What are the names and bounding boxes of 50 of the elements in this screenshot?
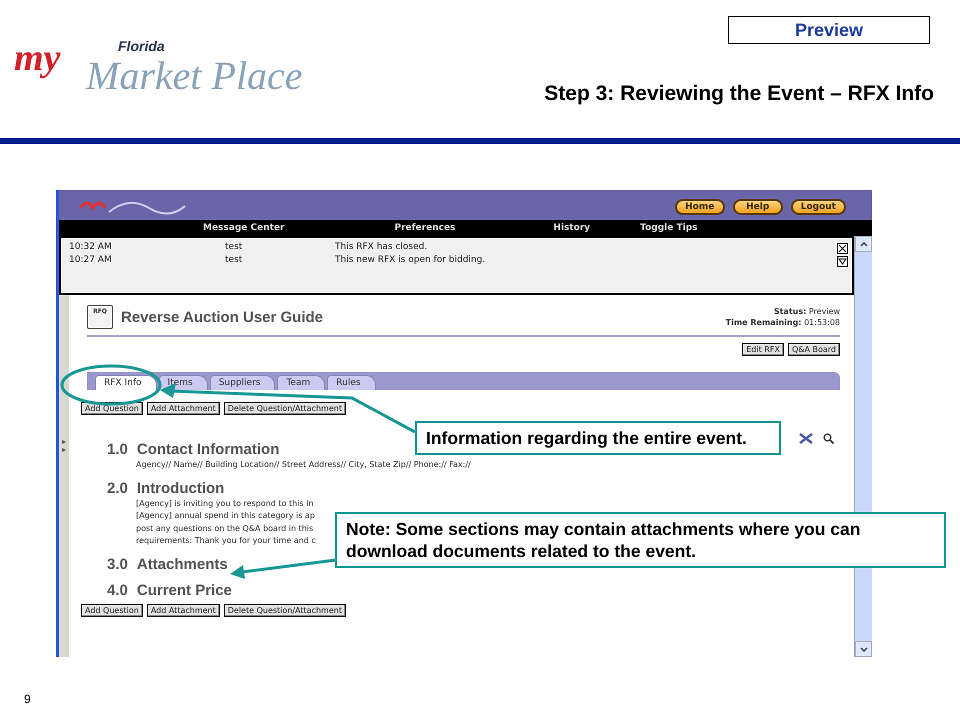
tab[interactable]: Team: [277, 375, 326, 390]
section-text: [Agency] annual spend in this category is ap: [136, 510, 315, 522]
section-text: [Agency] is inviting you to respond to this In: [136, 498, 314, 510]
section-title: Attachments: [136, 556, 228, 574]
section-number: 2.0: [107, 480, 128, 498]
preview-label: Preview: [728, 16, 930, 44]
section-title: Current Price: [136, 582, 232, 600]
action-button[interactable]: Add Question: [81, 604, 143, 616]
search-icon[interactable]: [823, 433, 834, 444]
action-button[interactable]: Q&A Board: [788, 343, 840, 356]
section-number: 1.0: [107, 441, 128, 459]
message-text: This RFX has closed.: [335, 241, 428, 254]
time-remaining-text: Time Remaining: 01:53:08: [726, 317, 840, 328]
slide-title: Step 3: Reviewing the Event – RFX Info: [544, 82, 934, 106]
page-number: 9: [24, 692, 31, 706]
nav-link[interactable]: Preferences: [394, 223, 456, 233]
message-sender: test: [225, 254, 244, 267]
nav-link[interactable]: Toggle Tips: [640, 223, 698, 233]
nav-link[interactable]: History: [553, 223, 590, 233]
nav-link[interactable]: Message Center: [203, 223, 284, 233]
cross-icon[interactable]: [799, 433, 813, 444]
section-text: requirements: Thank you for your time and c: [136, 535, 316, 547]
message-time: 10:27 AM: [69, 254, 113, 267]
tab[interactable]: Rules: [327, 375, 376, 390]
section-text: Agency// Name// Building Location// Street Address// City, State Zip// Phone:// Fax://: [136, 459, 471, 471]
action-button[interactable]: Add Attachment: [146, 604, 220, 616]
status-text: Status: Preview: [772, 306, 840, 317]
section-title: Contact Information: [136, 441, 280, 459]
section-title: Introduction: [136, 480, 224, 498]
message-time: 10:32 AM: [69, 241, 113, 254]
callout-text: Information regarding the entire event.: [415, 421, 781, 455]
section-text: post any questions on the Q&A board in this: [136, 522, 314, 535]
collapse-icon[interactable]: [837, 256, 848, 267]
section-number: 3.0: [107, 556, 128, 574]
close-icon[interactable]: [837, 243, 848, 254]
action-button[interactable]: Delete Question/Attachment: [224, 402, 346, 415]
action-button[interactable]: Add Attachment: [146, 402, 220, 415]
section-number: 4.0: [107, 582, 128, 600]
tab[interactable]: Items: [158, 375, 208, 390]
message-text: This new RFX is open for bidding.: [335, 254, 486, 267]
message-sender: test: [225, 241, 244, 254]
tab[interactable]: Suppliers: [210, 375, 276, 390]
header-button[interactable]: Home: [674, 198, 725, 214]
event-title: Reverse Auction User Guide: [121, 308, 324, 326]
action-button[interactable]: Delete Question/Attachment: [224, 604, 346, 616]
header-button[interactable]: Logout: [790, 198, 846, 214]
header-button[interactable]: Help: [732, 198, 783, 214]
callout-text: Note: Some sections may contain attachments where you can download documents related to the event.: [335, 512, 946, 568]
tab[interactable]: RFX Info: [95, 375, 156, 390]
action-button[interactable]: Edit RFX: [742, 343, 784, 356]
